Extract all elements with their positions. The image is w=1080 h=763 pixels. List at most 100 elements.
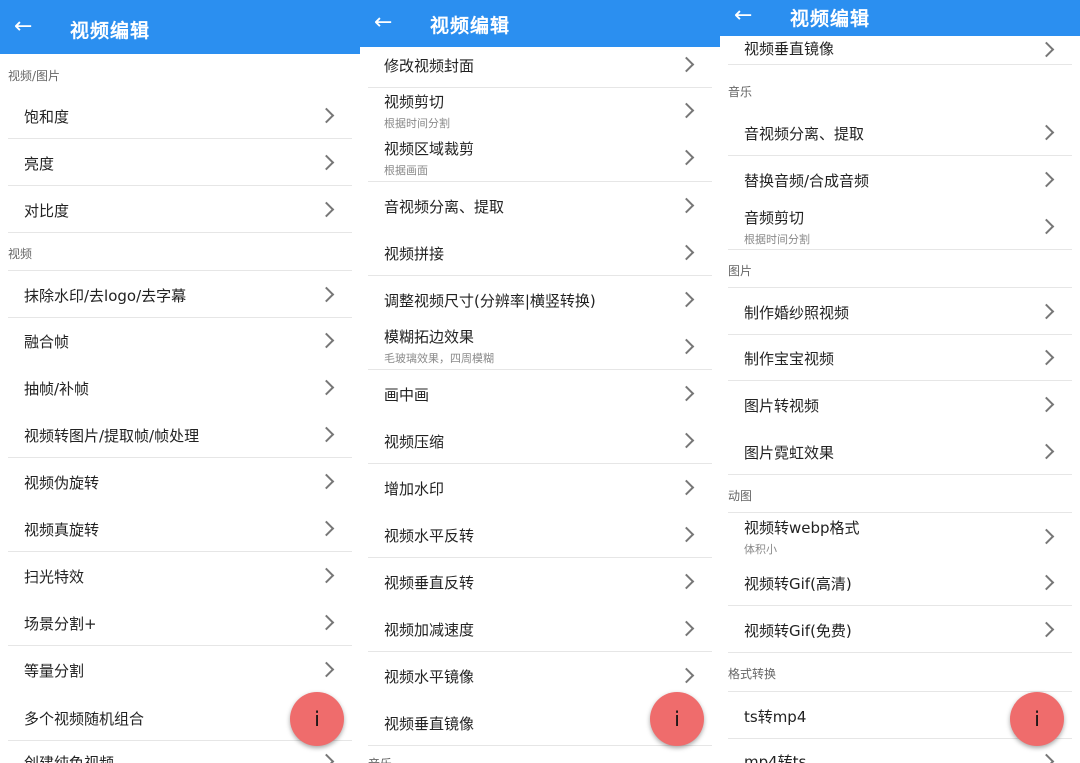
info-fab-button[interactable]: i [1010,692,1064,746]
menu-item-label: 多个视频随机组合 [24,710,145,728]
menu-item-audio-separate[interactable]: 音视频分离、提取 [368,182,712,228]
menu-item-scene-split[interactable]: 场景分割+ [8,599,352,646]
menu-item-label: 对比度 [24,202,70,220]
page-title: 视频编辑 [70,20,151,42]
menu-item-compress[interactable]: 视频压缩 [368,417,712,464]
chevron-right-icon [678,432,695,449]
chevron-right-icon [1038,621,1055,638]
menu-item-label: 音视频分离、提取 [384,198,505,216]
menu-item-label: 视频拼接 [384,245,445,263]
menu-item-video-to-images[interactable]: 视频转图片/提取帧/帧处理 [8,411,352,458]
chevron-right-icon [678,526,695,543]
menu-item-label: 视频剪切 [384,93,445,111]
menu-item-brightness[interactable]: 亮度 [8,139,352,186]
menu-item-label: 图片霓虹效果 [744,444,835,462]
app-bar: ← 视频编辑 [720,0,1080,36]
menu-item-create-solid-video[interactable]: 创建纯色视频 [8,742,352,763]
section-header-gif: 动图 [728,489,753,503]
menu-item-label: 视频垂直反转 [384,574,475,592]
menu-item-label: 视频水平镜像 [384,668,475,686]
menu-item-label: 视频转webp格式 [744,519,860,537]
menu-item-neon-effect[interactable]: 图片霓虹效果 [728,428,1072,475]
chevron-right-icon [318,520,335,537]
chevron-right-icon [318,154,335,171]
chevron-right-icon [678,620,695,637]
menu-item-label: 扫光特效 [24,568,85,586]
menu-item-label: 视频转Gif(免费) [744,622,852,640]
section-header-image: 图片 [728,264,753,278]
menu-item-audio-cut[interactable]: 音频剪切 根据时间分割 [728,203,1072,250]
menu-item-blur-edge[interactable]: 模糊拓边效果 毛玻璃效果，四周模糊 [368,323,712,370]
menu-item-baby-video[interactable]: 制作宝宝视频 [728,334,1072,381]
menu-item-v-flip[interactable]: 视频垂直反转 [368,558,712,604]
chevron-right-icon [1038,124,1055,141]
menu-item-speed[interactable]: 视频加减速度 [368,605,712,652]
menu-item-pip[interactable]: 画中画 [368,370,712,416]
menu-item-edit-cover[interactable]: 修改视频封面 [368,42,712,88]
chevron-right-icon [1038,349,1055,366]
menu-item-to-gif-hd[interactable]: 视频转Gif(高清) [728,559,1072,606]
chevron-right-icon [318,201,335,218]
menu-item-audio-separate[interactable]: 音视频分离、提取 [728,109,1072,156]
menu-item-light-sweep[interactable]: 扫光特效 [8,552,352,598]
menu-item-label: 修改视频封面 [384,57,475,75]
menu-item-label: 模糊拓边效果 [384,328,475,346]
menu-item-fake-rotate[interactable]: 视频伪旋转 [8,458,352,504]
menu-item-region-crop[interactable]: 视频区域裁剪 根据画面 [368,135,712,182]
menu-item-video-cut[interactable]: 视频剪切 根据时间分割 [368,88,712,134]
menu-item-to-gif-free[interactable]: 视频转Gif(免费) [728,606,1072,653]
chevron-right-icon [1038,753,1055,763]
menu-item-label: 场景分割+ [24,615,97,633]
menu-item-label: ts转mp4 [744,708,807,726]
menu-item-equal-split[interactable]: 等量分割 [8,646,352,692]
menu-item-image-to-video[interactable]: 图片转视频 [728,381,1072,427]
chevron-right-icon [318,473,335,490]
chevron-right-icon [678,291,695,308]
menu-item-label: 视频转Gif(高清) [744,575,852,593]
chevron-right-icon [318,614,335,631]
menu-item-label: 调整视频尺寸(分辨率|横竖转换) [384,292,596,310]
section-header-format: 格式转换 [728,667,777,681]
chevron-right-icon [1038,303,1055,320]
screen-3: ← 视频编辑 视频垂直镜像 音乐 音视频分离、提取 替换音频/合成音频 音频剪切… [720,0,1080,763]
chevron-right-icon [318,661,335,678]
menu-item-blend-frames[interactable]: 融合帧 [8,317,352,363]
menu-item-mp4-to-ts[interactable]: mp4转ts [728,738,1072,763]
page-title: 视频编辑 [430,15,511,37]
menu-item-video-join[interactable]: 视频拼接 [368,229,712,276]
arrow-left-icon[interactable]: ← [734,5,752,27]
menu-item-true-rotate[interactable]: 视频真旋转 [8,505,352,552]
menu-item-subtitle: 毛玻璃效果，四周模糊 [384,352,494,365]
chevron-right-icon [1038,171,1055,188]
menu-item-label: 视频水平反转 [384,527,475,545]
arrow-left-icon[interactable]: ← [374,12,392,34]
menu-item-label: mp4转ts [744,753,807,763]
info-fab-button[interactable]: i [650,692,704,746]
menu-item-remove-watermark[interactable]: 抹除水印/去logo/去字幕 [8,270,352,318]
section-header-video: 视频 [8,247,33,261]
menu-item-h-mirror[interactable]: 视频水平镜像 [368,652,712,698]
menu-item-label: 画中画 [384,386,430,404]
menu-item-resize[interactable]: 调整视频尺寸(分辨率|横竖转换) [368,276,712,322]
menu-item-replace-audio[interactable]: 替换音频/合成音频 [728,156,1072,202]
chevron-right-icon [318,107,335,124]
info-fab-button[interactable]: i [290,692,344,746]
arrow-left-icon[interactable]: ← [14,16,32,38]
menu-item-saturation[interactable]: 饱和度 [8,92,352,139]
chevron-right-icon [318,753,335,763]
menu-item-h-flip[interactable]: 视频水平反转 [368,511,712,558]
screen-1: ← 视频编辑 视频/图片 饱和度 亮度 对比度 视频 抹除水印/去logo/去字… [0,0,360,763]
chevron-right-icon [318,286,335,303]
menu-item-add-watermark[interactable]: 增加水印 [368,464,712,510]
chevron-right-icon [318,567,335,584]
menu-item-label: 视频转图片/提取帧/帧处理 [24,427,200,445]
chevron-right-icon [318,426,335,443]
menu-item-drop-add-frames[interactable]: 抽帧/补帧 [8,364,352,410]
menu-item-contrast[interactable]: 对比度 [8,186,352,233]
menu-item-label: 视频加减速度 [384,621,475,639]
menu-item-wedding-video[interactable]: 制作婚纱照视频 [728,287,1072,335]
section-header-music: 音乐 [728,85,753,99]
menu-item-to-webp[interactable]: 视频转webp格式 体积小 [728,512,1072,559]
menu-item-label: 亮度 [24,155,55,173]
chevron-right-icon [678,149,695,166]
